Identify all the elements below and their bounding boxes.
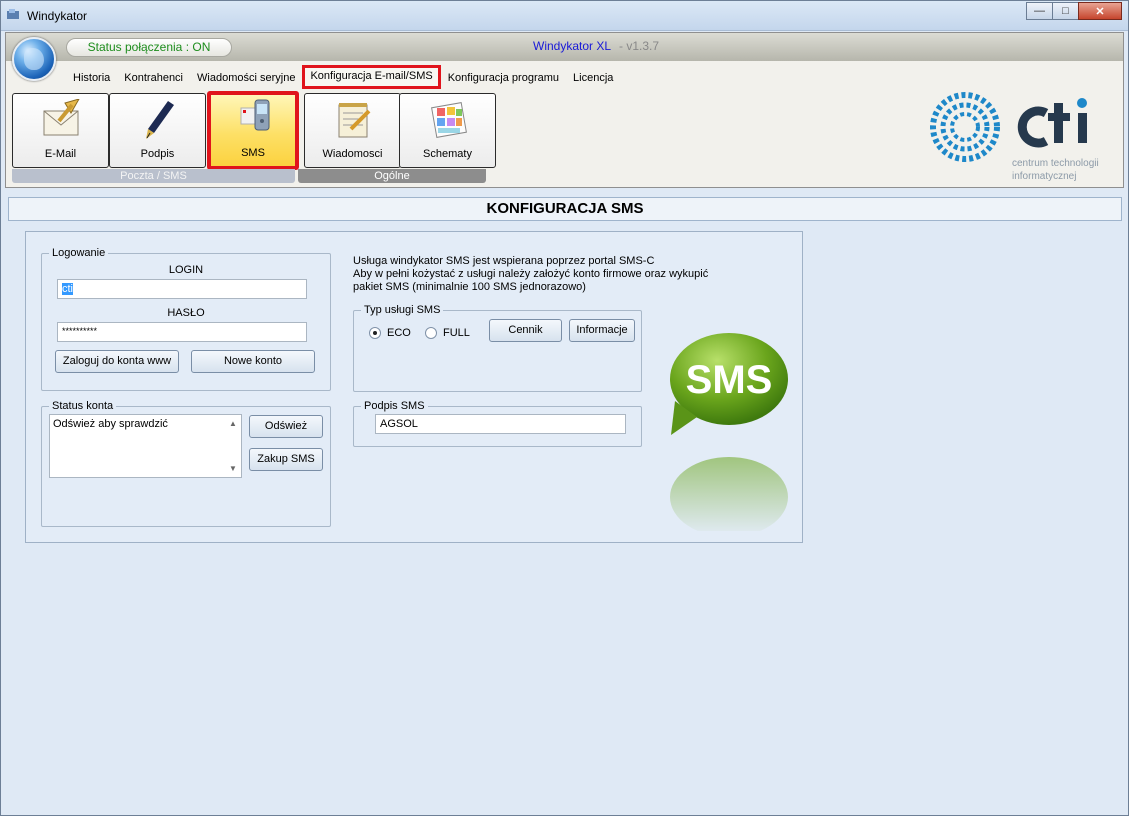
tile-podpis[interactable]: Podpis [109, 93, 206, 168]
cti-tagline-line1: centrum technologii [1012, 158, 1099, 169]
app-version: - v1.3.7 [619, 39, 660, 53]
title-bar: Windykator — □ ✕ [1, 1, 1128, 31]
sms-bubble-text: SMS [686, 358, 773, 402]
menu-item-konfiguracja-email-sms[interactable]: Konfiguracja E-mail/SMS [302, 65, 441, 89]
tile-email[interactable]: E-Mail [12, 93, 109, 168]
login-group-legend: Logowanie [52, 247, 106, 259]
menu-item-kontrahenci[interactable]: Kontrahenci [117, 67, 190, 89]
password-field[interactable]: ********** [57, 322, 307, 342]
tile-schematy-label: Schematy [423, 148, 472, 160]
sms-signature-field[interactable]: AGSOL [375, 414, 626, 434]
app-name: Windykator XL [533, 39, 612, 53]
login-www-button[interactable]: Zaloguj do konta www [55, 350, 179, 373]
menu-item-licencja[interactable]: Licencja [566, 67, 620, 89]
tile-podpis-label: Podpis [140, 148, 175, 160]
sms-signature-legend: Podpis SMS [364, 400, 425, 412]
menu-item-konfiguracja-programu[interactable]: Konfiguracja programu [441, 67, 566, 89]
tile-wiadomosci-label: Wiadomosci [322, 148, 383, 160]
ribbon: Status połączenia : ON Windykator XL - v… [5, 32, 1124, 188]
cti-tagline-line2: informatycznej [1012, 171, 1077, 182]
radio-full-label: FULL [443, 327, 470, 339]
account-status-value: Odśwież aby sprawdzić [53, 418, 168, 430]
group-ogolne: Ogólne [298, 169, 486, 183]
cti-tagline: centrum technologii informatycznej [1012, 157, 1099, 183]
buy-sms-button[interactable]: Zakup SMS [249, 448, 323, 471]
refresh-button[interactable]: Odśwież [249, 415, 323, 438]
account-status-legend: Status konta [52, 400, 114, 412]
app-icon [7, 9, 19, 19]
minimize-button[interactable]: — [1026, 2, 1053, 20]
account-status-text[interactable]: Odśwież aby sprawdzić ▲ ▼ [49, 414, 242, 478]
service-info-line1: Usługa windykator SMS jest wspierana pop… [353, 255, 655, 267]
tile-schematy[interactable]: Schematy [399, 93, 496, 168]
service-type-group: Typ usługi SMS [353, 304, 642, 392]
maximize-button[interactable]: □ [1052, 2, 1079, 20]
cennik-button[interactable]: Cennik [489, 319, 562, 342]
service-info-line3: pakiet SMS (minimalnie 100 SMS jednorazo… [353, 281, 586, 293]
scroll-down-icon[interactable]: ▼ [227, 464, 239, 473]
service-info-line2: Aby w pełni kożystać z usługi należy zał… [353, 268, 709, 280]
menu-item-wiadomosci-seryjne[interactable]: Wiadomości seryjne [190, 67, 302, 89]
page-title: KONFIGURACJA SMS [8, 197, 1122, 221]
informacje-button[interactable]: Informacje [569, 319, 635, 342]
globe-icon[interactable] [12, 37, 56, 81]
email-icon [43, 99, 80, 136]
service-type-legend: Typ usługi SMS [364, 304, 441, 316]
radio-full[interactable]: FULL [425, 327, 470, 339]
login-field[interactable]: cti [57, 279, 307, 299]
sms-bubble-graphic: SMS [670, 333, 788, 531]
phone-icon [240, 99, 270, 131]
connection-status: Status połączenia : ON [66, 38, 232, 57]
radio-full-dot [425, 327, 437, 339]
notepad-icon [338, 103, 371, 138]
login-field-value: cti [62, 283, 73, 295]
schemes-icon [431, 102, 467, 138]
password-label: HASŁO [167, 307, 205, 319]
close-button[interactable]: ✕ [1078, 2, 1122, 20]
login-label: LOGIN [168, 264, 204, 276]
tile-sms[interactable]: SMS [207, 91, 299, 170]
menu-item-historia[interactable]: Historia [66, 67, 117, 89]
new-account-button[interactable]: Nowe konto [191, 350, 315, 373]
window-title: Windykator [27, 9, 88, 23]
tile-sms-label: SMS [241, 147, 265, 159]
scroll-up-icon[interactable]: ▲ [227, 419, 239, 428]
radio-eco-label: ECO [387, 327, 411, 339]
window-controls: — □ ✕ [1026, 2, 1122, 20]
radio-eco[interactable]: ECO [369, 327, 411, 339]
group-poczta-sms: Poczta / SMS [12, 169, 295, 183]
service-info: Usługa windykator SMS jest wspierana pop… [353, 255, 753, 294]
pen-icon [146, 101, 174, 139]
tile-email-label: E-Mail [44, 148, 77, 160]
tile-wiadomosci[interactable]: Wiadomosci [304, 93, 401, 168]
app-window: Windykator — □ ✕ Status połączenia : ON … [0, 0, 1129, 816]
main-menu: Historia Kontrahenci Wiadomości seryjne … [66, 65, 620, 89]
radio-eco-dot [369, 327, 381, 339]
ribbon-top-bar: Status połączenia : ON Windykator XL - v… [6, 33, 1123, 61]
